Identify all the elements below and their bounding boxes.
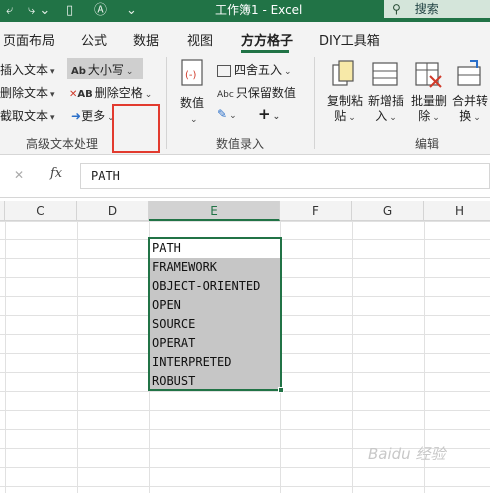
highlight-annotation [112, 104, 160, 153]
customize-quick-access-icon[interactable]: ⌄ [126, 2, 137, 20]
fill-handle[interactable] [278, 387, 284, 393]
table-cell[interactable]: INTERPRETED [149, 353, 280, 372]
grid-line [0, 410, 490, 411]
column-header-c[interactable]: C [5, 201, 77, 221]
more-arrow-icon: ➜ [71, 109, 82, 123]
edit-note-icon: ✎ [217, 107, 228, 121]
formula-bar: ✕ fx PATH [0, 155, 490, 198]
delete-spaces-icon: ✕AB [69, 89, 93, 100]
column-header-e[interactable]: E [149, 201, 280, 221]
copy-paste-icon [332, 60, 354, 86]
grid-line [5, 221, 6, 493]
insert-text-button[interactable]: 插入文本 ▾ [0, 61, 55, 78]
plus-button[interactable]: + ⌄ [258, 105, 280, 123]
merge-convert-icon [457, 60, 481, 86]
table-cell[interactable]: FRAMEWORK [149, 258, 280, 277]
redo-dropdown-icon[interactable]: ⤷ ⌄ [28, 2, 50, 20]
batch-delete-button[interactable]: 批量删除 ⌄ [409, 94, 449, 126]
group-separator [314, 57, 315, 149]
insert-icon [372, 62, 398, 86]
tab-fangfanggezi[interactable]: 方方格子 [241, 30, 293, 49]
formula-buttons: ✕ fx [0, 163, 80, 189]
tab-page-layout[interactable]: 页面布局 [3, 30, 55, 49]
grid-line [352, 221, 353, 493]
ribbon-tabs: 页面布局 公式 数据 视图 方方格子 DIY工具箱 [0, 22, 490, 53]
case-button[interactable]: Ab 大小写 ⌄ [71, 61, 133, 78]
tab-data[interactable]: 数据 [133, 30, 159, 49]
cancel-icon[interactable]: ✕ [14, 168, 24, 182]
group-label-number-input: 数值录入 [216, 137, 265, 151]
group-label-advanced-text: 高级文本处理 [26, 137, 99, 151]
grid-line [0, 486, 490, 487]
tab-view[interactable]: 视图 [187, 30, 213, 49]
merge-convert-button[interactable]: 合并转换 ⌄ [450, 94, 490, 126]
text-icon[interactable]: Ⓐ [94, 2, 107, 20]
round-button[interactable]: 四舍五入 ⌄ [217, 61, 292, 78]
grid-line [280, 221, 281, 493]
round-icon [217, 64, 231, 77]
more-button[interactable]: ➜更多 ⌄ [71, 107, 115, 124]
delete-spaces-button[interactable]: ✕AB 删除空格 ⌄ [69, 84, 152, 101]
file-icon[interactable]: ▯ [66, 2, 73, 20]
tab-diy-toolbox[interactable]: DIY工具箱 [319, 30, 380, 49]
value-icon: (-) [181, 59, 203, 86]
column-header-h[interactable]: H [424, 201, 490, 221]
title-bar: ⤶ ⤷ ⌄ ▯ Ⓐ ⌄ 工作簿1 - Excel ⚲ 搜索 [0, 0, 490, 22]
extract-text-button[interactable]: 截取文本 ▾ [0, 107, 55, 124]
table-cell[interactable]: ROBUST [149, 372, 280, 391]
search-label: 搜索 [414, 2, 439, 16]
case-icon: Ab [71, 66, 86, 77]
cell-active[interactable]: PATH [149, 239, 280, 258]
svg-text:(-): (-) [185, 70, 197, 81]
watermark: Baidu 经验 [368, 445, 446, 463]
edit-note-button[interactable]: ✎ ⌄ [217, 107, 237, 121]
value-button[interactable]: 数值 [180, 94, 204, 111]
column-header-f[interactable]: F [280, 201, 352, 221]
search-box[interactable]: ⚲ 搜索 [384, 0, 490, 18]
grid-line [77, 221, 78, 493]
group-separator [166, 57, 167, 149]
grid-line [0, 429, 490, 430]
delete-text-button[interactable]: 删除文本 ▾ [0, 84, 55, 101]
window-title: 工作簿1 - Excel [215, 3, 303, 17]
redo-icon[interactable]: ⤶ [6, 2, 13, 20]
column-header-d[interactable]: D [77, 201, 149, 221]
copy-paste-button[interactable]: 复制粘贴 ⌄ [326, 94, 364, 126]
table-cell[interactable]: OBJECT-ORIENTED [149, 277, 280, 296]
column-header-g[interactable]: G [352, 201, 424, 221]
keep-values-button[interactable]: Abc 只保留数值 [217, 84, 296, 101]
search-icon: ⚲ [392, 2, 401, 16]
grid-line [0, 391, 490, 392]
grid-line [0, 221, 490, 222]
grid-line [0, 467, 490, 468]
table-cell[interactable]: SOURCE [149, 315, 280, 334]
ribbon: 插入文本 ▾ 删除文本 ▾ 截取文本 ▾ Ab 大小写 ⌄ ✕AB 删除空格 ⌄ ➜更多 ⌄ 高… [0, 53, 490, 155]
value-dropdown-icon[interactable]: ⌄ [188, 111, 198, 125]
insert-button[interactable]: 新增插入 ⌄ [366, 94, 406, 126]
formula-input[interactable]: PATH [80, 163, 490, 189]
table-cell[interactable]: OPEN [149, 296, 280, 315]
tab-formulas[interactable]: 公式 [81, 30, 107, 49]
batch-delete-icon [415, 62, 442, 88]
column-headers: C D E F G H [0, 201, 490, 221]
group-label-edit: 编辑 [415, 137, 440, 151]
table-cell[interactable]: OPERAT [149, 334, 280, 353]
insert-function-button[interactable]: fx [50, 166, 62, 181]
keep-values-icon: Abc [217, 90, 234, 100]
